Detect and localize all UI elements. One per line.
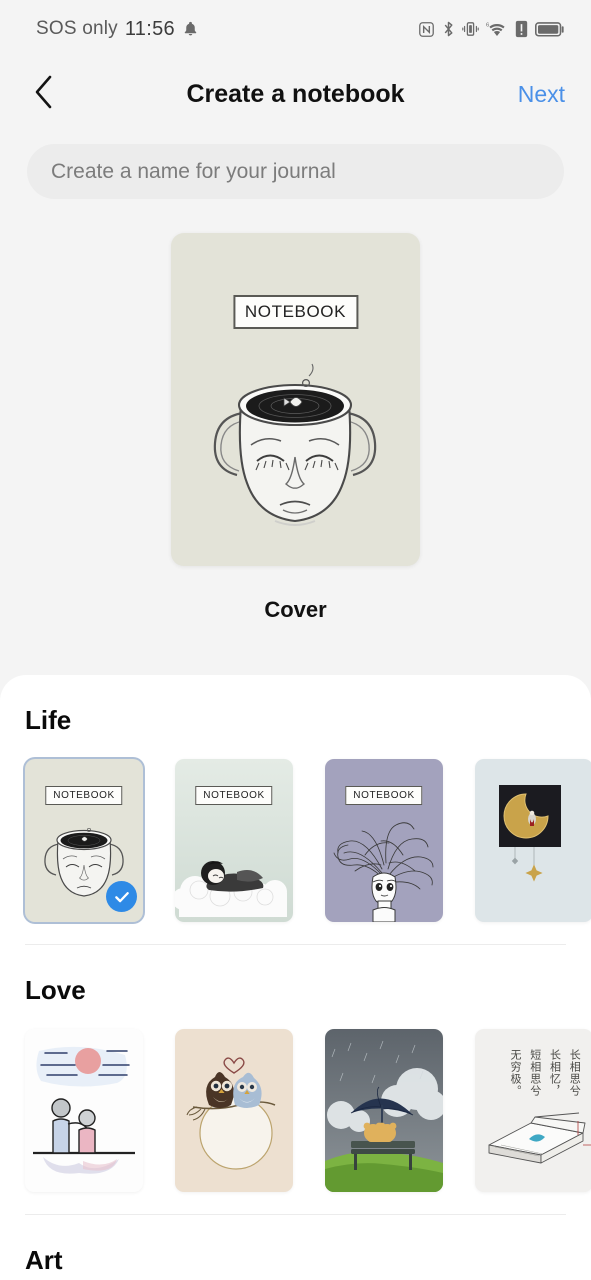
cover-option-golden-crescent-moon[interactable]: [475, 759, 591, 922]
bell-icon: [182, 20, 199, 38]
section-art: Art: [25, 1214, 566, 1276]
two-owls-with-heart-art: [175, 1029, 293, 1192]
cover-preview-label: Cover: [264, 597, 327, 622]
cover-option-two-owls-with-heart[interactable]: [175, 1029, 293, 1192]
section-title-love: Love: [25, 975, 86, 1005]
carrier-label: SOS only: [36, 18, 118, 39]
status-bar: SOS only 11:56 6: [0, 0, 591, 58]
cover-preview-area: NOTEBOOK Cover: [0, 233, 591, 623]
sim-alert-icon: [515, 20, 528, 38]
girl-with-flowing-hair-art: [325, 759, 443, 922]
nfc-icon: [418, 21, 435, 38]
bluetooth-icon: [442, 20, 455, 38]
status-bar-left: SOS only 11:56: [36, 18, 199, 41]
chevron-left-icon: [33, 75, 55, 114]
page-title: Create a notebook: [186, 79, 405, 108]
cover-option-couple-watching-sunset[interactable]: [25, 1029, 143, 1192]
thumb-row-love: 长相思兮 长相忆， 短相思兮 无穷极。: [25, 1029, 591, 1192]
thumb-row-life: NOTEBOOK NOTEBOOK NOTEBOOK: [25, 759, 591, 922]
sleeping-child-on-clouds-art: [175, 759, 293, 922]
status-bar-right: 6: [418, 20, 565, 38]
open-book-art: [475, 1029, 591, 1192]
journal-name-input[interactable]: [27, 144, 564, 199]
clock-label: 11:56: [124, 17, 175, 40]
battery-icon: [535, 21, 565, 38]
face-cup-with-fish-art: [171, 233, 420, 566]
cover-preview-card[interactable]: NOTEBOOK: [171, 233, 420, 566]
cover-picker-sheet: Life NOTEBOOK NOTEBOOK NOTEBOOK Love 长相思…: [0, 675, 591, 1280]
name-field-container: [0, 130, 591, 199]
section-love: Love 长相思兮 长相忆， 短相思兮 无穷极。: [25, 944, 591, 1192]
teddy-bears-on-bench-umbrella-art: [325, 1029, 443, 1192]
back-button[interactable]: [22, 72, 66, 116]
cover-option-sleeping-child-on-clouds[interactable]: NOTEBOOK: [175, 759, 293, 922]
selected-check-badge: [106, 881, 137, 912]
next-button[interactable]: Next: [518, 81, 565, 108]
cover-option-girl-with-flowing-hair[interactable]: NOTEBOOK: [325, 759, 443, 922]
svg-text:6: 6: [486, 22, 490, 28]
cover-option-teddy-bears-on-bench-umbrella[interactable]: [325, 1029, 443, 1192]
couple-watching-sunset-art: [25, 1029, 143, 1192]
app-header: Create a notebook Next: [0, 58, 591, 130]
golden-crescent-moon-art: [475, 759, 591, 922]
vibrate-icon: [462, 20, 479, 38]
cover-option-face-cup-with-fish[interactable]: NOTEBOOK: [25, 759, 143, 922]
cover-option-chinese-poem-open-book[interactable]: 长相思兮 长相忆， 短相思兮 无穷极。: [475, 1029, 591, 1192]
section-title-life: Life: [25, 705, 72, 735]
section-life: Life NOTEBOOK NOTEBOOK NOTEBOOK: [25, 675, 591, 922]
wifi-6-icon: 6: [486, 20, 508, 38]
screen-root: SOS only 11:56 6 Create a notebook Next …: [0, 0, 591, 1280]
section-title-art: Art: [25, 1245, 63, 1275]
